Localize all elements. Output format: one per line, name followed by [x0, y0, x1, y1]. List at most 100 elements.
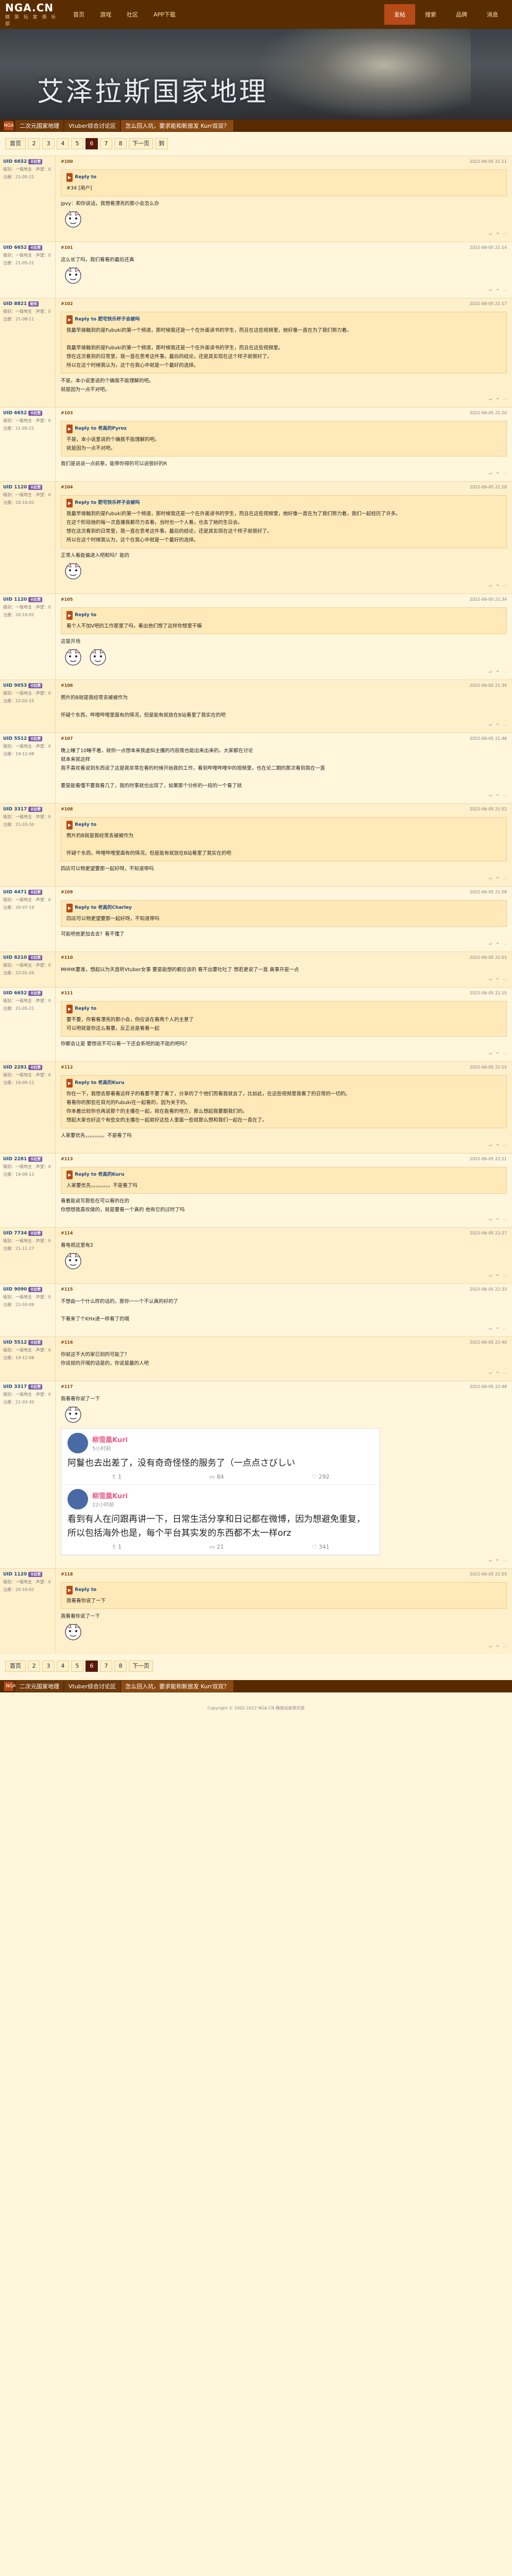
user-name[interactable]: UID 7734 — [3, 1231, 27, 1236]
user-name[interactable]: UID 4471 — [3, 890, 27, 895]
user-name[interactable]: UID 5512 — [3, 1340, 27, 1345]
page-jump[interactable]: 到 — [155, 138, 168, 149]
user-name[interactable]: UID 2281 — [3, 1065, 27, 1070]
page-next[interactable]: 下一页 — [129, 1660, 153, 1672]
post-floor[interactable]: #108 — [61, 807, 73, 814]
user-name[interactable]: UID 3317 — [3, 1384, 27, 1389]
more-icon[interactable]: ⋯ — [503, 723, 507, 727]
page-first[interactable]: 首页 — [5, 138, 26, 149]
quote-button-icon[interactable]: ❝ — [497, 876, 499, 881]
post-floor[interactable]: #102 — [61, 301, 73, 309]
reply-icon[interactable]: ↩ — [489, 1217, 492, 1222]
more-icon[interactable]: ⋯ — [503, 942, 507, 946]
page-link[interactable]: 3 — [42, 1660, 55, 1672]
quote-button-icon[interactable]: ❝ — [497, 1143, 499, 1148]
breadcrumb-item[interactable]: 二次元国家地理 — [15, 1681, 63, 1692]
post-floor[interactable]: #117 — [61, 1384, 73, 1392]
reply-icon[interactable]: ↩ — [489, 793, 492, 798]
more-icon[interactable]: ⋯ — [503, 1052, 507, 1056]
quote-button-icon[interactable]: ❝ — [497, 1327, 499, 1331]
nav-home[interactable]: 首页 — [73, 10, 84, 19]
reply-icon[interactable]: ↩ — [489, 1645, 492, 1649]
post-floor[interactable]: #109 — [61, 890, 73, 897]
more-icon[interactable]: ⋯ — [503, 1558, 507, 1563]
page-current[interactable]: 6 — [86, 1660, 98, 1672]
post-floor[interactable]: #116 — [61, 1340, 73, 1347]
more-icon[interactable]: ⋯ — [503, 670, 507, 674]
more-icon[interactable]: ⋯ — [503, 1327, 507, 1331]
more-icon[interactable]: ⋯ — [503, 1217, 507, 1222]
nav-games[interactable]: 游戏 — [100, 10, 111, 19]
page-link[interactable]: 5 — [71, 138, 83, 149]
user-name[interactable]: UID 8210 — [3, 955, 27, 960]
post-floor[interactable]: #101 — [61, 245, 73, 252]
reply-icon[interactable]: ↩ — [489, 1327, 492, 1331]
quote-user[interactable]: Reply to — [75, 1005, 96, 1013]
quote-button-icon[interactable]: ❝ — [497, 723, 499, 727]
reply-icon[interactable]: ↩ — [489, 584, 492, 588]
reply-icon[interactable]: ↩ — [489, 1143, 492, 1148]
post-floor[interactable]: #114 — [61, 1231, 73, 1238]
user-name[interactable]: UID 5512 — [3, 736, 27, 741]
page-next[interactable]: 下一页 — [129, 138, 153, 149]
reply-icon[interactable]: ↩ — [489, 670, 492, 674]
post-floor[interactable]: #100 — [61, 159, 73, 166]
reply-icon[interactable]: ↩ — [489, 876, 492, 881]
more-icon[interactable]: ⋯ — [503, 1143, 507, 1148]
page-first[interactable]: 首页 — [5, 1660, 26, 1672]
quote-button-icon[interactable]: ❝ — [497, 288, 499, 293]
user-name[interactable]: UID 6652 — [3, 245, 27, 250]
messages-button[interactable]: 消息 — [477, 4, 508, 25]
user-name[interactable]: UID 8821 — [3, 301, 27, 307]
reply-icon[interactable]: ↩ — [489, 232, 492, 236]
quote-user[interactable]: Reply to — [75, 611, 96, 620]
page-current[interactable]: 6 — [86, 138, 98, 149]
more-icon[interactable]: ⋯ — [503, 1645, 507, 1649]
user-name[interactable]: UID 9053 — [3, 683, 27, 688]
post-floor[interactable]: #113 — [61, 1157, 73, 1164]
quote-button-icon[interactable]: ❝ — [497, 942, 499, 946]
post-floor[interactable]: #105 — [61, 597, 73, 604]
breadcrumb-item[interactable]: 二次元国家地理 — [15, 120, 63, 131]
post-floor[interactable]: #110 — [61, 955, 73, 962]
quote-button-icon[interactable]: ❝ — [497, 1645, 499, 1649]
more-icon[interactable]: ⋯ — [503, 471, 507, 476]
more-icon[interactable]: ⋯ — [503, 876, 507, 881]
more-icon[interactable]: ⋯ — [503, 793, 507, 798]
post-floor[interactable]: #104 — [61, 485, 73, 492]
quote-button-icon[interactable]: ❝ — [497, 1052, 499, 1056]
user-name[interactable]: UID 6652 — [3, 159, 27, 164]
reply-icon[interactable]: ↩ — [489, 288, 492, 293]
search-button[interactable]: 搜索 — [415, 4, 446, 25]
breadcrumb-item[interactable]: 怎么回入坑，要求能和新旅发 Kurr双双？ — [121, 120, 234, 131]
post-floor[interactable]: #106 — [61, 683, 73, 690]
page-link[interactable]: 2 — [28, 138, 40, 149]
site-logo[interactable]: NGA.CN 精 英 玩 家 俱 乐 部 — [5, 2, 65, 27]
quote-user[interactable]: Reply to — [75, 1586, 96, 1595]
more-icon[interactable]: ⋯ — [503, 232, 507, 236]
quote-user[interactable]: Reply to 老高的Charley — [75, 904, 132, 912]
quote-user[interactable]: Reply to — [75, 173, 96, 182]
more-icon[interactable]: ⋯ — [503, 288, 507, 293]
quote-button-icon[interactable]: ❝ — [497, 397, 499, 402]
page-link[interactable]: 4 — [57, 1660, 69, 1672]
post-floor[interactable]: #115 — [61, 1287, 73, 1294]
page-link[interactable]: 8 — [114, 138, 127, 149]
page-link[interactable]: 5 — [71, 1660, 83, 1672]
quote-button-icon[interactable]: ❝ — [497, 584, 499, 588]
post-floor[interactable]: #107 — [61, 736, 73, 743]
page-link[interactable]: 4 — [57, 138, 69, 149]
post-floor[interactable]: #112 — [61, 1065, 73, 1072]
user-name[interactable]: UID 9090 — [3, 1287, 27, 1292]
user-name[interactable]: UID 6652 — [3, 991, 27, 996]
more-icon[interactable]: ⋯ — [503, 397, 507, 402]
quote-button-icon[interactable]: ❝ — [497, 1274, 499, 1278]
page-link[interactable]: 2 — [28, 1660, 40, 1672]
quote-user[interactable]: Reply to 肥宅快乐杯子会被吗 — [75, 499, 140, 507]
breadcrumb-item[interactable]: 怎么回入坑，要求能和新旅发 Kurr双双？ — [121, 1681, 234, 1692]
quote-button-icon[interactable]: ❝ — [497, 1558, 499, 1563]
reply-icon[interactable]: ↩ — [489, 977, 492, 982]
quote-button-icon[interactable]: ❝ — [497, 793, 499, 798]
user-name[interactable]: UID 1120 — [3, 1572, 27, 1577]
breadcrumb-item[interactable]: Vtuber综合讨论区 — [64, 1681, 121, 1692]
